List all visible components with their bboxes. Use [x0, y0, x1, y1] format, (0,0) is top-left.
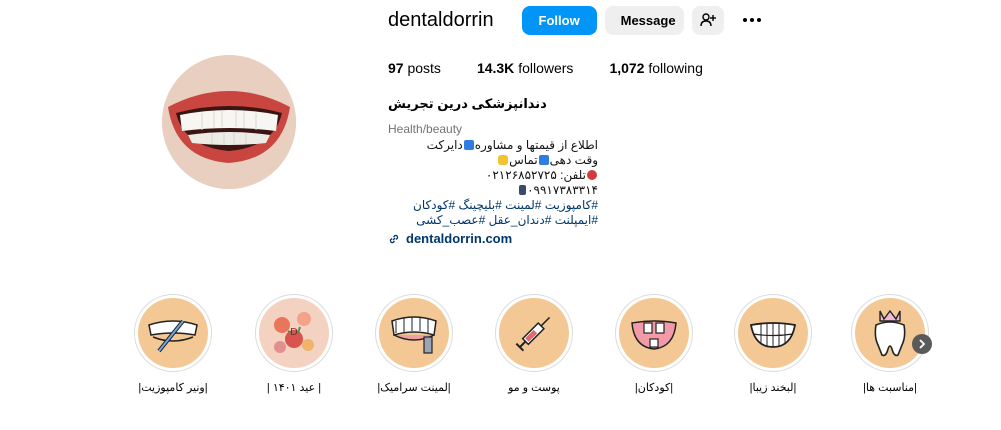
highlights-next-button[interactable]: [912, 334, 932, 354]
posts-label: posts: [407, 60, 441, 76]
highlight-cover: [738, 298, 808, 368]
highlight-item[interactable]: |لبخند زیبا|: [731, 294, 815, 394]
bio-phone: تلفن: ۰۲۱۲۶۸۵۲۷۲۵: [485, 168, 586, 182]
following-stat[interactable]: 1,072 following: [609, 60, 702, 76]
highlight-label: |لمینت سرامیک|: [377, 382, 451, 394]
username: dentaldorrin: [388, 8, 494, 31]
profile-avatar[interactable]: [162, 55, 296, 189]
bio-text-2b: تماس: [509, 153, 538, 167]
highlight-label: |کودکان|: [634, 382, 674, 394]
bio-line-1: اطلاع از قیمتها و مشاوره دایرکت: [388, 138, 598, 153]
bio-text-1: اطلاع از قیمتها و مشاوره: [474, 138, 598, 152]
highlight-ring: [851, 294, 929, 372]
message-button[interactable]: Message: [604, 5, 684, 35]
highlight-cover: [499, 298, 569, 368]
add-person-icon: [699, 13, 716, 27]
veneer-tool-icon: [148, 319, 198, 353]
highlight-label: |لبخند زیبا|: [749, 382, 797, 394]
highlight-item[interactable]: |کودکان|: [612, 294, 696, 394]
arrow-emoji-icon: [463, 140, 474, 150]
crown-tooth-icon: [874, 309, 906, 357]
highlight-cover: [619, 298, 689, 368]
highlight-label: |مناسبت ها|: [863, 382, 917, 394]
followers-stat[interactable]: 14.3K followers: [477, 60, 574, 76]
arrow-emoji-icon: [538, 155, 549, 165]
highlight-ring: [375, 294, 453, 372]
website-text: dentaldorrin.com: [406, 231, 513, 246]
telephone-emoji-icon: [587, 170, 597, 180]
website-link[interactable]: dentaldorrin.com: [388, 231, 948, 246]
highlight-ring: [134, 294, 212, 372]
pointing-hand-emoji-icon: [498, 155, 509, 165]
bio-line-3: تلفن: ۰۲۱۲۶۸۵۲۷۲۵: [388, 168, 598, 183]
bio-hashtags-1[interactable]: #کامپوزیت #لمینت #بلیچینگ #کودکان: [388, 198, 598, 213]
flowers-icon: D: [274, 312, 314, 353]
highlight-item[interactable]: D | عید ۱۴۰۱ |: [252, 294, 336, 394]
profile-top-row: dentaldorrin Follow Message: [388, 2, 948, 38]
syringe-icon: [515, 316, 551, 352]
highlight-cover: [138, 298, 208, 368]
link-icon: [389, 234, 399, 243]
highlight-item[interactable]: |ونیر کامپوزیت|: [131, 294, 215, 394]
following-label: following: [648, 60, 703, 76]
bio-text-1b: دایرکت: [426, 138, 463, 152]
profile-stats: 97 posts 14.3K followers 1,072 following: [388, 60, 948, 76]
svg-text:D: D: [290, 327, 298, 338]
highlight-item[interactable]: |لمینت سرامیک|: [372, 294, 456, 394]
category-label: Health/beauty: [388, 122, 463, 136]
bio-line-4: ۰۹۹۱۷۳۸۳۳۱۴: [388, 183, 598, 198]
highlight-item[interactable]: پوست و مو: [492, 294, 576, 394]
kids-teeth-icon: [631, 320, 677, 350]
follow-button[interactable]: Follow: [521, 5, 597, 35]
highlight-label: |ونیر کامپوزیت|: [138, 382, 208, 394]
highlight-label: پوست و مو: [508, 382, 560, 394]
followers-label: followers: [518, 60, 574, 76]
posts-count: 97: [388, 60, 404, 76]
highlight-ring: [615, 294, 693, 372]
mobile-phone-emoji-icon: [519, 185, 527, 195]
highlight-ring: D: [255, 294, 333, 372]
highlight-label: | عید ۱۴۰۱ |: [266, 382, 322, 394]
more-icon: [742, 18, 761, 22]
following-count: 1,072: [609, 60, 645, 76]
full-name: دندانپزشکی درین تجریش: [388, 96, 547, 111]
posts-stat: 97 posts: [388, 60, 441, 76]
highlight-cover: [855, 298, 925, 368]
highlight-cover: [379, 298, 449, 368]
bio-text-2: وقت دهی: [549, 153, 598, 167]
smile-photo: [162, 55, 296, 189]
followers-count: 14.3K: [476, 60, 515, 76]
story-highlights: |ونیر کامپوزیت| D | عید ۱۴۰۱ | |لمینت سر…: [0, 294, 1001, 404]
bio: اطلاع از قیمتها و مشاوره دایرکت وقت دهی تم…: [388, 138, 598, 228]
bio-line-2: وقت دهی تماس: [388, 153, 598, 168]
bio-hashtags-2[interactable]: #ایمپلنت #دندان_عقل #عصب_کشی: [388, 213, 598, 228]
highlight-ring: [495, 294, 573, 372]
suggest-user-button[interactable]: [691, 5, 724, 35]
more-options-button[interactable]: [736, 6, 768, 35]
smile-icon: [749, 322, 797, 348]
bio-mobile: ۰۹۹۱۷۳۸۳۳۱۴: [527, 183, 598, 197]
chevron-right-icon: [919, 339, 926, 349]
highlight-ring: [734, 294, 812, 372]
laminate-icon: [391, 316, 437, 354]
profile-header: dentaldorrin Follow Message 97 posts 14.…: [388, 0, 948, 246]
highlight-cover: D: [259, 298, 329, 368]
